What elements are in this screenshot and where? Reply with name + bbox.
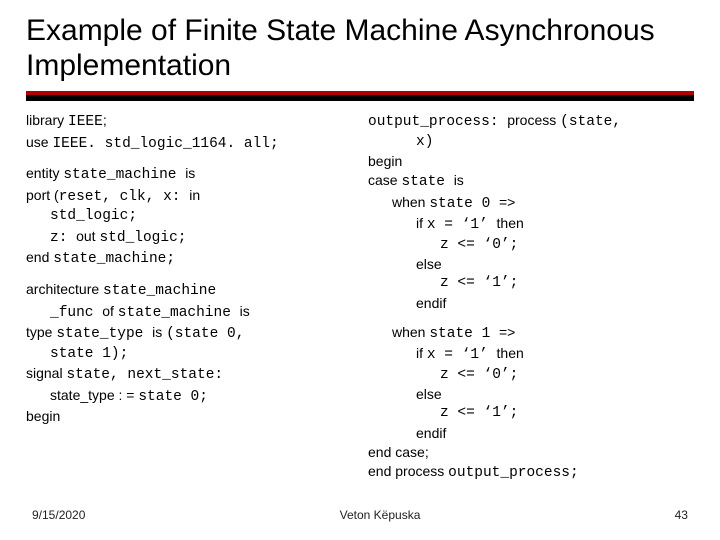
footer-date: 9/15/2020 xyxy=(32,508,85,522)
code-line: z: out std_logic; xyxy=(26,227,352,249)
code-line: signal state, next_state: xyxy=(26,364,352,386)
footer-page-number: 43 xyxy=(675,508,688,522)
code-line: port (reset, clk, x: in xyxy=(26,186,352,208)
code-line: z <= ‘0’; xyxy=(368,236,694,256)
code-line: end process output_process; xyxy=(368,462,694,484)
code-line: state 1); xyxy=(26,345,352,365)
code-line: case state is xyxy=(368,171,694,193)
title-rule xyxy=(26,91,694,101)
slide-title: Example of Finite State Machine Asynchro… xyxy=(26,14,694,83)
code-line: when state 0 => xyxy=(368,193,694,215)
code-line: library IEEE; xyxy=(26,111,352,133)
code-line: when state 1 => xyxy=(368,323,694,345)
code-line: output_process: process (state, xyxy=(368,111,694,133)
code-line: z <= ‘0’; xyxy=(368,366,694,386)
code-line: x) xyxy=(368,133,694,153)
code-line: std_logic; xyxy=(26,207,352,227)
code-line: end state_machine; xyxy=(26,248,352,270)
code-line: end case; xyxy=(368,443,694,462)
code-left-column: library IEEE; use IEEE. std_logic_1164. … xyxy=(26,111,352,493)
code-line: begin xyxy=(26,407,352,426)
slide-body: library IEEE; use IEEE. std_logic_1164. … xyxy=(26,111,694,493)
code-line: type state_type is (state 0, xyxy=(26,323,352,345)
code-line: endif xyxy=(368,294,694,313)
code-right-column: output_process: process (state, x) begin… xyxy=(368,111,694,493)
code-line: z <= ‘1’; xyxy=(368,274,694,294)
code-line: else xyxy=(368,255,694,274)
code-line: architecture state_machine xyxy=(26,280,352,302)
code-line: if x = ‘1’ then xyxy=(368,214,694,236)
code-line: begin xyxy=(368,152,694,171)
code-line: else xyxy=(368,385,694,404)
code-line: z <= ‘1’; xyxy=(368,404,694,424)
slide-footer: 9/15/2020 Veton Këpuska 43 xyxy=(0,508,720,522)
code-line: _func of state_machine is xyxy=(26,302,352,324)
code-line: entity state_machine is xyxy=(26,164,352,186)
code-line: use IEEE. std_logic_1164. all; xyxy=(26,133,352,155)
code-line: if x = ‘1’ then xyxy=(368,344,694,366)
code-line: endif xyxy=(368,424,694,443)
code-line: state_type : = state 0; xyxy=(26,386,352,408)
footer-author: Veton Këpuska xyxy=(340,508,421,522)
